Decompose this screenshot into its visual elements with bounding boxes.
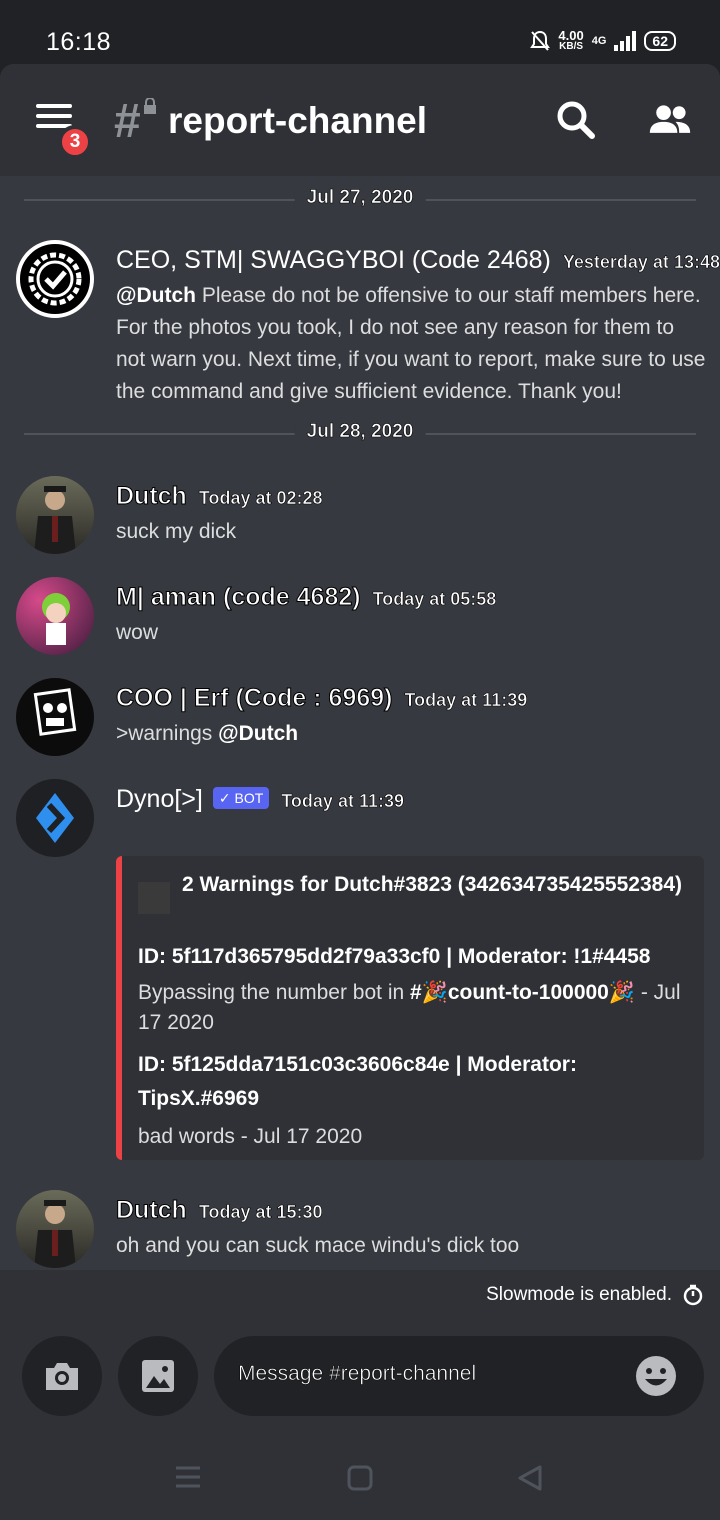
avatar[interactable] [16, 577, 94, 655]
message-text: suck my dick [116, 520, 237, 543]
lock-icon [144, 98, 156, 114]
channel-mention[interactable]: #🎉count-to-100000🎉 [410, 981, 635, 1004]
warnings-embed: 2 Warnings for Dutch#3823 (3426347354255… [116, 856, 704, 1160]
message-input-placeholder: Message #report-channel [238, 1362, 477, 1386]
bot-tag: ✓ BOT [212, 787, 270, 809]
warning-1-header: ID: 5f117d365795dd2f79a33cf0 | Moderator… [138, 945, 651, 968]
avatar[interactable] [16, 678, 94, 756]
search-icon[interactable] [554, 98, 598, 142]
user-mention[interactable]: @Dutch [116, 284, 196, 307]
message-timestamp: Today at 11:39 [404, 690, 528, 711]
dyno-logo-icon [36, 793, 74, 843]
status-time: 16:18 [46, 28, 112, 56]
notification-badge: 3 [58, 125, 92, 159]
slowmode-bar: Slowmode is enabled. [0, 1270, 720, 1320]
date-divider: Jul 28, 2020 [24, 421, 696, 443]
message-timestamp: Yesterday at 13:48 [562, 252, 720, 273]
message-timestamp: Today at 11:39 [281, 791, 404, 812]
avatar[interactable] [16, 779, 94, 857]
system-nav-bar [0, 1448, 720, 1520]
message-text: >warnings @Dutch [116, 722, 299, 745]
recent-apps-icon[interactable] [174, 1464, 202, 1490]
avatar[interactable] [16, 1190, 94, 1268]
message-author[interactable]: Dutch Today at 02:28 [116, 482, 323, 511]
emoji-icon[interactable] [634, 1354, 678, 1398]
timer-icon [683, 1284, 703, 1306]
signal-icon [614, 31, 637, 51]
message-author[interactable]: M| aman (code 4682) Today at 05:58 [116, 583, 497, 612]
message-text: @Dutch Please do not be offensive to our… [116, 284, 706, 403]
avatar[interactable] [16, 240, 94, 318]
anime-avatar-icon [42, 593, 70, 645]
image-icon [142, 1360, 174, 1392]
person-photo-icon [34, 486, 76, 554]
channel-title: report-channel [168, 100, 428, 141]
home-icon[interactable] [346, 1464, 374, 1492]
message-timestamp: Today at 15:30 [198, 1202, 323, 1223]
person-photo-icon [34, 1200, 76, 1268]
battery-indicator: 62 [644, 31, 676, 51]
date-divider: Jul 27, 2020 [24, 187, 696, 209]
network-speed: 4.00 KB/S [558, 28, 584, 52]
embed-title: 2 Warnings for Dutch#3823 (3426347354255… [182, 873, 683, 896]
message-author[interactable]: Dutch Today at 15:30 [116, 1196, 323, 1225]
message-input[interactable]: Message #report-channel [214, 1336, 704, 1416]
message-author[interactable]: COO | Erf (Code : 6969) Today at 11:39 [116, 684, 528, 713]
network-type: 4G [591, 35, 607, 47]
slowmode-text: Slowmode is enabled. [486, 1284, 672, 1305]
warning-1-text: Bypassing the number bot in #🎉count-to-1… [138, 981, 681, 1034]
status-bar: 16:18 4.00 KB/S 4G 62 [0, 0, 720, 64]
channel-hash-icon: # [114, 95, 141, 148]
message-author[interactable]: CEO, STM| SWAGGYBOI (Code 2468) Yesterday… [116, 246, 720, 275]
camera-button[interactable] [22, 1336, 102, 1416]
channel-header: 3 # report-channel [0, 64, 720, 176]
members-icon[interactable] [648, 98, 692, 142]
message-text: wow [116, 621, 159, 644]
verified-badge-icon [28, 252, 82, 306]
embed-thumbnail [138, 882, 170, 914]
mute-bell-icon [530, 30, 551, 51]
skull-avatar-icon [33, 688, 77, 736]
message-author[interactable]: Dyno[>] ✓ BOT Today at 11:39 [116, 785, 404, 814]
camera-icon [46, 1363, 78, 1390]
discord-app: 3 # report-channel Jul 27, 2020 CEO, STM… [0, 64, 720, 1520]
status-indicators: 4.00 KB/S 4G 62 [530, 28, 676, 52]
back-icon[interactable] [516, 1464, 544, 1492]
message-timestamp: Today at 02:28 [198, 488, 323, 509]
user-mention[interactable]: @Dutch [218, 722, 298, 745]
avatar[interactable] [16, 476, 94, 554]
message-timestamp: Today at 05:58 [372, 589, 497, 610]
message-text: oh and you can suck mace windu's dick to… [116, 1234, 520, 1257]
warning-2-header: ID: 5f125dda7151c03c3606c84e | Moderator… [138, 1053, 577, 1110]
gallery-button[interactable] [118, 1336, 198, 1416]
warning-2-text: bad words - Jul 17 2020 [138, 1125, 363, 1148]
